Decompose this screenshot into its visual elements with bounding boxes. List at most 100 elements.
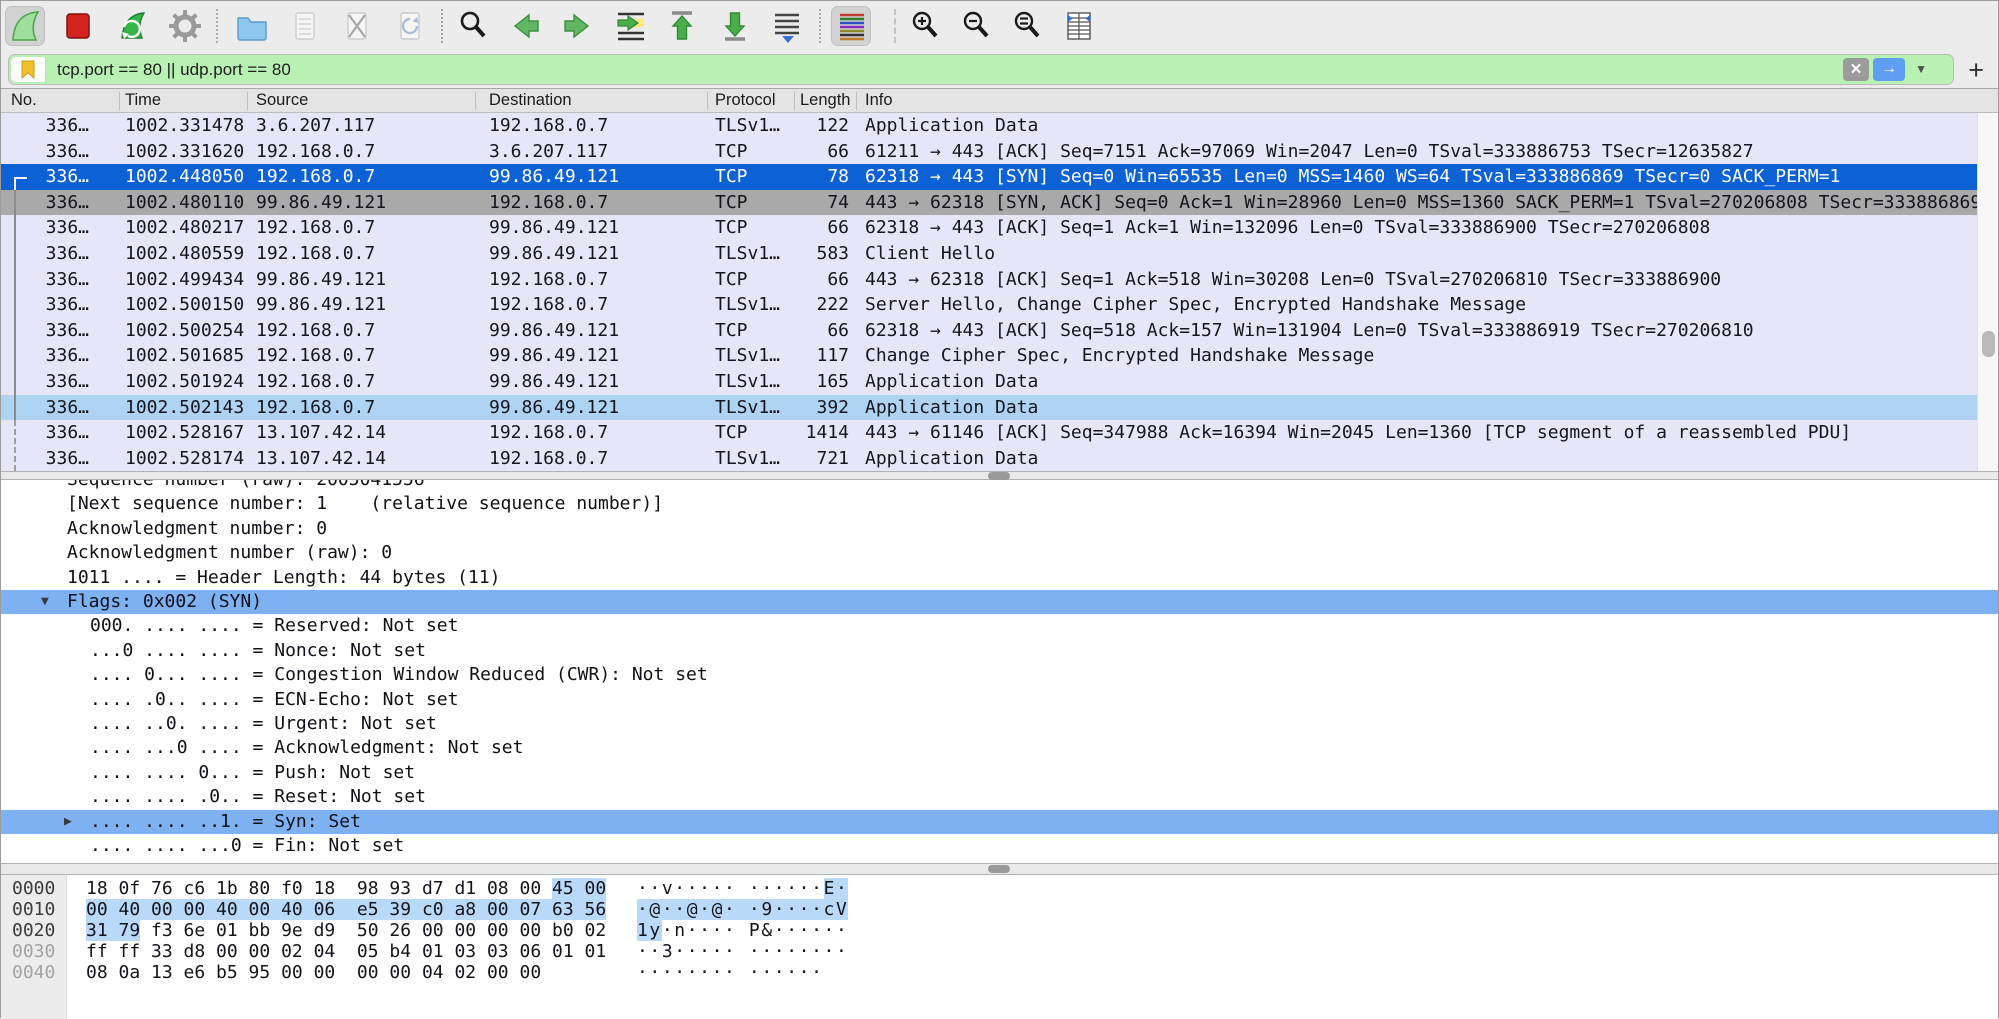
go-to-last-packet-button[interactable]: [715, 6, 755, 46]
resize-columns-button[interactable]: [1059, 6, 1099, 46]
packet-row[interactable]: 336…1002.331620192.168.0.73.6.207.117TCP…: [1, 139, 1998, 165]
zoom-reset-button[interactable]: [1007, 6, 1047, 46]
packet-row[interactable]: 336…1002.502143192.168.0.799.86.49.121TL…: [1, 395, 1998, 421]
splitter-bottom[interactable]: [1, 863, 1998, 875]
detail-line[interactable]: Acknowledgment number (raw): 0: [1, 541, 1998, 565]
detail-line[interactable]: 1011 .... = Header Length: 44 bytes (11): [1, 566, 1998, 590]
packet-list-scrollbar[interactable]: [1977, 113, 1998, 471]
packet-row[interactable]: 336…1002.50015099.86.49.121192.168.0.7TL…: [1, 292, 1998, 318]
detail-line[interactable]: .... .0.. .... = ECN-Echo: Not set: [1, 688, 1998, 712]
packet-row[interactable]: 336…1002.48011099.86.49.121192.168.0.7TC…: [1, 190, 1998, 216]
packet-row[interactable]: 336…1002.501685192.168.0.799.86.49.121TL…: [1, 343, 1998, 369]
detail-line[interactable]: ...0 .... .... = Nonce: Not set: [1, 639, 1998, 663]
restart-capture-button[interactable]: [113, 6, 153, 46]
detail-text: .... .... ...0 = Fin: Not set: [90, 834, 404, 858]
expand-arrow-icon[interactable]: ▼: [41, 590, 49, 614]
related-line-solid: [14, 190, 16, 420]
start-capture-button[interactable]: [5, 6, 45, 46]
display-filter-input[interactable]: tcp.port == 80 || udp.port == 80 ✕ → ▼: [8, 54, 1954, 85]
goto-packet-icon: [610, 6, 650, 46]
go-back-button[interactable]: [505, 6, 545, 46]
go-to-packet-button[interactable]: [610, 6, 650, 46]
packet-row[interactable]: 336…1002.448050192.168.0.799.86.49.121TC…: [1, 164, 1998, 190]
column-header-source[interactable]: Source: [256, 89, 308, 112]
zoom-in-button[interactable]: [905, 6, 945, 46]
save-file-button[interactable]: [285, 6, 325, 46]
folder-icon: [232, 6, 272, 46]
column-header-destination[interactable]: Destination: [489, 89, 572, 112]
hex-row[interactable]: 002031 79 f3 6e 01 bb 9e d9 50 26 00 00 …: [1, 920, 1998, 941]
filter-bookmark-button[interactable]: [11, 57, 46, 82]
packet-row[interactable]: 336…1002.500254192.168.0.799.86.49.121TC…: [1, 318, 1998, 344]
detail-line[interactable]: .... .... 0... = Push: Not set: [1, 761, 1998, 785]
detail-line[interactable]: 000. .... .... = Reserved: Not set: [1, 614, 1998, 638]
detail-line[interactable]: .... ..0. .... = Urgent: Not set: [1, 712, 1998, 736]
cell-time: 1002.448050: [125, 164, 244, 190]
go-to-first-packet-button[interactable]: [662, 6, 702, 46]
detail-line[interactable]: Sequence number (raw): 2005041556: [1, 480, 1998, 492]
detail-line[interactable]: ▶.... .... ..1. = Syn: Set: [1, 810, 1998, 834]
column-divider[interactable]: [794, 92, 795, 110]
close-file-button[interactable]: [337, 6, 377, 46]
cell-protocol: TCP: [715, 318, 748, 344]
cell-length: 222: [759, 292, 849, 318]
column-divider[interactable]: [856, 92, 857, 110]
close-document-icon: [337, 6, 377, 46]
packet-list: 336…1002.3314783.6.207.117192.168.0.7TLS…: [1, 113, 1998, 471]
detail-line[interactable]: [Next sequence number: 1 (relative seque…: [1, 492, 1998, 516]
open-file-button[interactable]: [232, 6, 272, 46]
detail-line[interactable]: .... .... .0.. = Reset: Not set: [1, 785, 1998, 809]
packet-row[interactable]: 336…1002.501924192.168.0.799.86.49.121TL…: [1, 369, 1998, 395]
column-header-time[interactable]: Time: [125, 89, 161, 112]
packet-row[interactable]: 336…1002.52817413.107.42.14192.168.0.7TL…: [1, 446, 1998, 471]
colorize-packets-button[interactable]: [831, 6, 871, 46]
zoom-reset-icon: [1007, 6, 1047, 46]
filter-dropdown-caret[interactable]: ▼: [1915, 55, 1927, 84]
detail-line[interactable]: ▼Flags: 0x002 (SYN): [1, 590, 1998, 614]
collapse-arrow-icon[interactable]: ▶: [64, 810, 72, 834]
reload-file-button[interactable]: [390, 6, 430, 46]
find-packet-button[interactable]: [453, 6, 493, 46]
detail-line[interactable]: .... 0... .... = Congestion Window Reduc…: [1, 663, 1998, 687]
detail-line[interactable]: .... ...0 .... = Acknowledgment: Not set: [1, 736, 1998, 760]
column-header-protocol[interactable]: Protocol: [715, 89, 776, 112]
stop-capture-button[interactable]: [58, 6, 98, 46]
cell-length: 117: [759, 343, 849, 369]
filter-clear-button[interactable]: ✕: [1843, 58, 1869, 81]
packet-row[interactable]: 336…1002.49943499.86.49.121192.168.0.7TC…: [1, 267, 1998, 293]
column-divider[interactable]: [119, 92, 120, 110]
packet-row[interactable]: 336…1002.480217192.168.0.799.86.49.121TC…: [1, 215, 1998, 241]
go-forward-button[interactable]: [558, 6, 598, 46]
hex-row[interactable]: 004008 0a 13 e6 b5 95 00 00 00 00 04 02 …: [1, 962, 1998, 983]
detail-text: Acknowledgment number (raw): 0: [67, 541, 392, 565]
zoom-out-button[interactable]: [956, 6, 996, 46]
column-divider[interactable]: [707, 92, 708, 110]
cell-info: Application Data: [865, 446, 1977, 471]
packet-row[interactable]: 336…1002.3314783.6.207.117192.168.0.7TLS…: [1, 113, 1998, 139]
packet-row[interactable]: 336…1002.480559192.168.0.799.86.49.121TL…: [1, 241, 1998, 267]
gear-icon: [165, 6, 205, 46]
scrollbar-thumb[interactable]: [1982, 331, 1995, 357]
hex-row[interactable]: 0030ff ff 33 d8 00 00 02 04 05 b4 01 03 …: [1, 941, 1998, 962]
splitter-grip[interactable]: [988, 865, 1010, 873]
hex-bytes: ff ff 33 d8 00 00 02 04 05 b4 01 03 03 0…: [86, 941, 606, 962]
detail-line[interactable]: Acknowledgment number: 0: [1, 517, 1998, 541]
column-divider[interactable]: [247, 92, 248, 110]
detail-text: .... ...0 .... = Acknowledgment: Not set: [90, 736, 523, 760]
column-header-info[interactable]: Info: [865, 89, 893, 112]
hex-row[interactable]: 001000 40 00 00 40 00 40 06 e5 39 c0 a8 …: [1, 899, 1998, 920]
hex-row[interactable]: 000018 0f 76 c6 1b 80 f0 18 98 93 d7 d1 …: [1, 878, 1998, 899]
capture-options-button[interactable]: [165, 6, 205, 46]
cell-length: 122: [759, 113, 849, 139]
packet-row[interactable]: 336…1002.52816713.107.42.14192.168.0.7TC…: [1, 420, 1998, 446]
column-header-no[interactable]: No.: [11, 89, 37, 112]
cell-time: 1002.500254: [125, 318, 244, 344]
filter-add-button[interactable]: +: [1968, 53, 1984, 87]
column-divider[interactable]: [475, 92, 476, 110]
detail-line[interactable]: .... .... ...0 = Fin: Not set: [1, 834, 1998, 858]
column-header-length[interactable]: Length: [800, 89, 853, 112]
splitter-top[interactable]: [1, 471, 1998, 480]
auto-scroll-button[interactable]: [767, 6, 807, 46]
splitter-grip[interactable]: [988, 472, 1010, 480]
filter-apply-button[interactable]: →: [1873, 58, 1905, 81]
